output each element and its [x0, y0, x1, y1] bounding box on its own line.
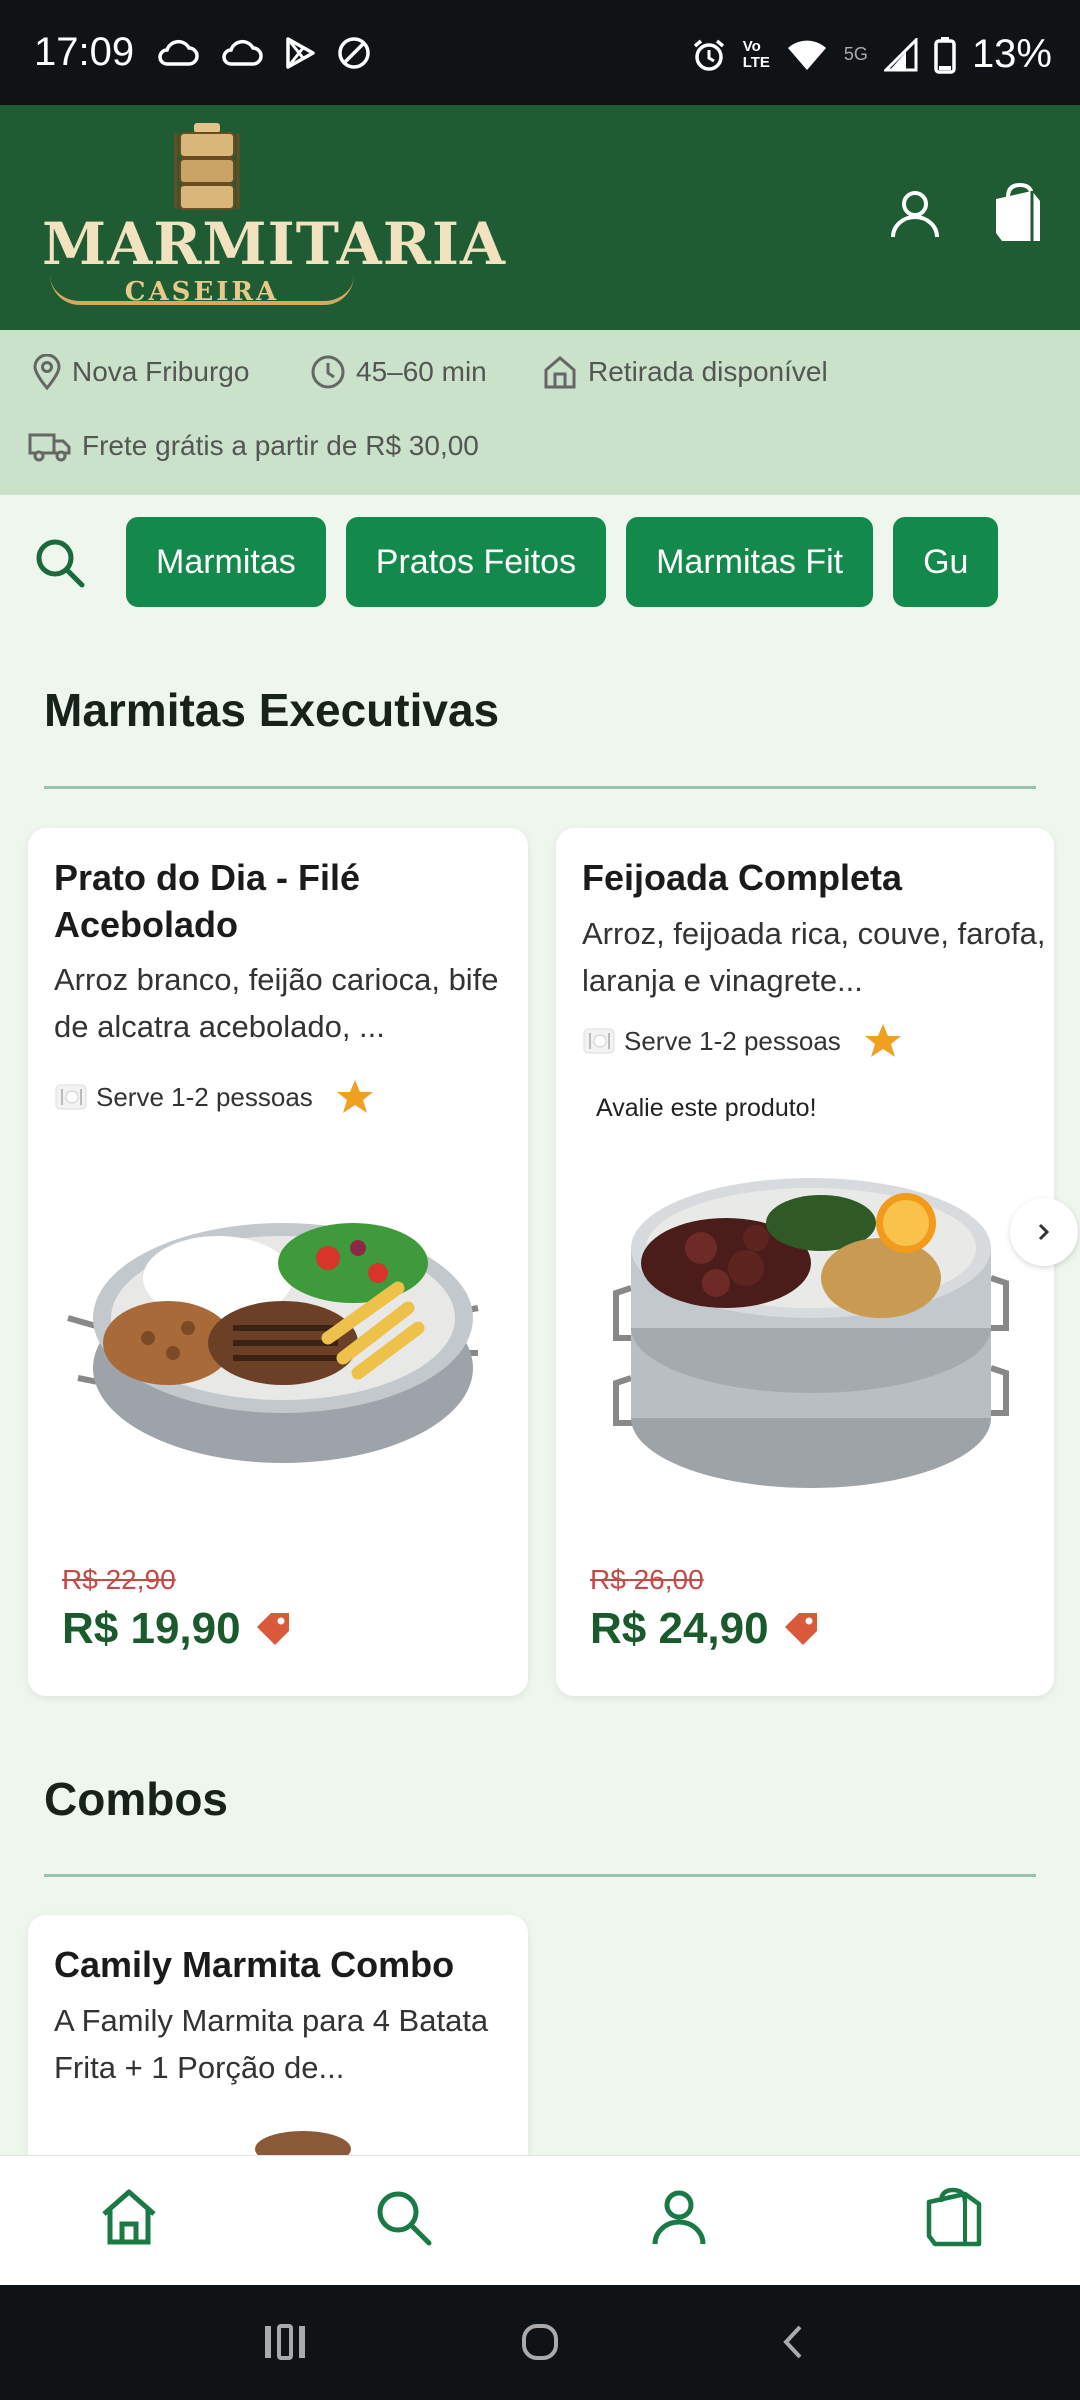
recent-apps-icon[interactable]: [262, 2323, 308, 2361]
signal-icon: [883, 37, 918, 71]
product-title: Feijoada Completa: [582, 857, 903, 898]
status-bar: 17:09 Vo LTE 5G 13%: [0, 0, 1080, 105]
location-info: Nova Friburgo: [32, 354, 249, 390]
serves-text: Serve 1-2 pessoas: [96, 1081, 313, 1112]
product-image-combo: [255, 2131, 351, 2157]
product-image-file-acebolado: [67, 1223, 479, 1463]
back-icon[interactable]: [778, 2323, 806, 2361]
category-chip-partial[interactable]: Gu: [893, 517, 999, 607]
price-tag-icon: [256, 1613, 289, 1645]
star-icon[interactable]: [335, 1078, 375, 1116]
battery-percent: 13%: [971, 32, 1052, 76]
marmitaria-logo[interactable]: MARMITARIA CASEIRA: [42, 115, 507, 315]
price: R$ 24,90: [590, 1604, 821, 1654]
section-title-combos: Combos: [44, 1773, 228, 1825]
do-not-disturb-icon: [338, 37, 370, 69]
signal-5g-label: 5G: [843, 44, 868, 64]
user-icon[interactable]: [648, 2186, 710, 2248]
plate-cutlery-icon: [55, 1084, 87, 1110]
category-chip-pratos-feitos[interactable]: Pratos Feitos: [345, 517, 607, 607]
shopping-bag-icon[interactable]: [988, 183, 1048, 245]
cloud-icon: [158, 39, 199, 66]
product-image-feijoada: [613, 1178, 1009, 1488]
category-bar: Marmitas Pratos Feitos Marmitas Fit Gu: [0, 495, 1080, 625]
carousel-next-button[interactable]: [1010, 1198, 1078, 1266]
product-card[interactable]: Prato do Dia - Filé Acebolado Arroz bran…: [28, 828, 528, 1696]
store-icon: [544, 356, 576, 389]
serves-info: Serve 1-2 pessoas: [54, 1078, 375, 1116]
category-chip-marmitas-fit[interactable]: Marmitas Fit: [626, 517, 874, 607]
logo-subtitle: CASEIRA: [124, 277, 280, 307]
plate-cutlery-icon: [583, 1028, 615, 1054]
review-prompt[interactable]: Avalie este produto!: [596, 1094, 817, 1123]
section-title-marmitas-executivas: Marmitas Executivas: [44, 684, 500, 736]
product-description: Arroz branco, feijão carioca, bife de al…: [54, 962, 499, 1044]
clock-icon: [311, 355, 345, 389]
location-pin-icon: [33, 354, 61, 390]
cloud-icon: [222, 39, 263, 66]
category-chip-marmitas[interactable]: Marmitas: [126, 517, 326, 607]
store-info-bar: Nova Friburgo 45–60 min Retirada disponí…: [0, 330, 1080, 495]
search-icon[interactable]: [372, 2186, 434, 2248]
product-description: A Family Marmita para 4 Batata Frita + 1…: [54, 2003, 489, 2085]
marmita-pot-icon: [174, 123, 240, 210]
app-header: MARMITARIA CASEIRA: [0, 105, 1080, 330]
home-icon[interactable]: [98, 2186, 160, 2248]
price-value: R$ 24,90: [590, 1604, 769, 1653]
location-text: Nova Friburgo: [72, 356, 250, 387]
product-title: Camily Marmita Combo: [54, 1944, 455, 1985]
wifi-icon: [787, 40, 826, 70]
product-title: Prato do Dia - Filé Acebolado: [54, 857, 361, 945]
old-price: R$ 26,00: [590, 1564, 704, 1595]
play-store-icon: [286, 37, 315, 69]
system-navigation-bar: [0, 2285, 1080, 2400]
delivery-time-text: 45–60 min: [356, 356, 487, 387]
old-price: R$ 22,90: [62, 1564, 176, 1595]
alarm-icon: [693, 39, 724, 71]
section-divider: [44, 786, 1036, 789]
section-divider: [44, 1874, 1036, 1877]
truck-icon: [28, 433, 71, 462]
battery-icon: [934, 36, 956, 74]
search-icon[interactable]: [34, 537, 86, 589]
delivery-time-info: 45–60 min: [310, 354, 487, 390]
star-icon[interactable]: [863, 1022, 903, 1060]
logo-word: MARMITARIA: [42, 210, 507, 278]
status-time: 17:09: [34, 30, 135, 74]
shipping-text: Frete grátis a partir de R$ 30,00: [82, 430, 479, 461]
bottom-navigation: [0, 2155, 1080, 2285]
chevron-right-icon: [1038, 1223, 1050, 1241]
pickup-text: Retirada disponível: [588, 356, 828, 387]
pickup-info: Retirada disponível: [542, 354, 828, 390]
price-value: R$ 19,90: [62, 1604, 241, 1653]
serves-text: Serve 1-2 pessoas: [624, 1025, 841, 1056]
volte-icon: Vo LTE: [742, 37, 770, 71]
user-icon[interactable]: [888, 187, 942, 241]
shopping-bag-icon[interactable]: [925, 2186, 983, 2248]
serves-info: Serve 1-2 pessoas: [582, 1022, 903, 1060]
product-card[interactable]: Camily Marmita Combo A Family Marmita pa…: [28, 1915, 528, 2175]
product-card[interactable]: Feijoada Completa Arroz, feijoada rica, …: [556, 828, 1054, 1696]
home-button-icon[interactable]: [520, 2322, 560, 2362]
price-tag-icon: [784, 1613, 817, 1645]
price: R$ 19,90: [62, 1604, 293, 1654]
shipping-info: Frete grátis a partir de R$ 30,00: [28, 430, 479, 462]
category-chips: Marmitas Pratos Feitos Marmitas Fit Gu: [126, 517, 1044, 609]
product-description: Arroz, feijoada rica, couve, farofa, lar…: [582, 916, 1046, 998]
